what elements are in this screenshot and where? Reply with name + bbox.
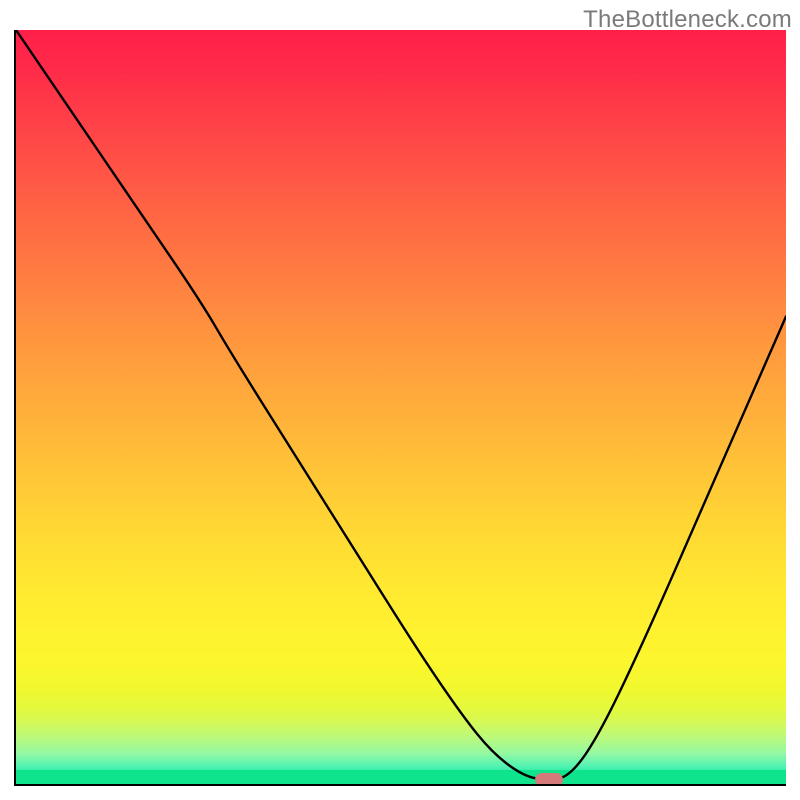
chart-container: TheBottleneck.com bbox=[0, 0, 800, 800]
bottleneck-curve bbox=[16, 30, 786, 784]
plot-area bbox=[14, 30, 786, 786]
optimal-indicator bbox=[535, 773, 563, 786]
